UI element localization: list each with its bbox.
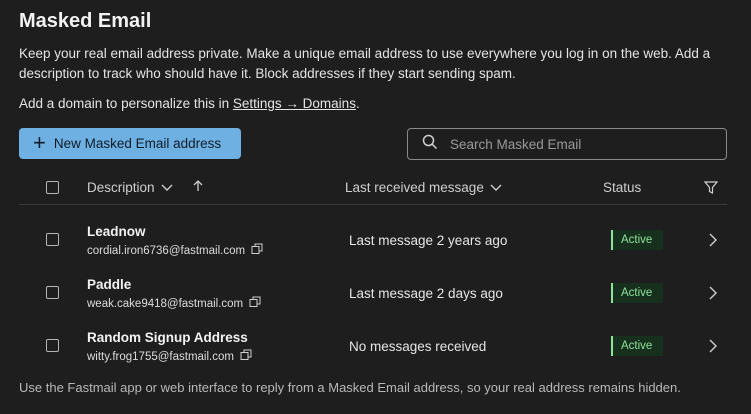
row-email-text: cordial.iron6736@fastmail.com — [87, 244, 246, 257]
status-badge: Active — [611, 336, 663, 356]
search-box[interactable] — [407, 128, 727, 160]
sort-ascending-icon[interactable] — [193, 180, 203, 195]
domain-hint-suffix: . — [355, 96, 360, 111]
row-email-text: witty.frog1755@fastmail.com — [87, 350, 234, 363]
row-email-text: weak.cake9418@fastmail.com — [87, 297, 244, 310]
plus-icon: + — [33, 129, 46, 155]
copy-icon[interactable] — [251, 243, 263, 258]
row-email: weak.cake9418@fastmail.com — [87, 296, 261, 311]
status-badge: Active — [611, 283, 663, 303]
row-email: cordial.iron6736@fastmail.com — [87, 243, 263, 258]
settings-domains-link[interactable]: Settings → Domains — [233, 96, 356, 111]
row-email: witty.frog1755@fastmail.com — [87, 349, 252, 364]
description-column-header[interactable]: Description — [87, 180, 203, 195]
filter-icon[interactable] — [704, 181, 718, 194]
domain-hint-prefix: Add a domain to personalize this in — [19, 96, 233, 111]
header-divider — [19, 204, 727, 205]
domain-hint: Add a domain to personalize this in Sett… — [19, 95, 360, 113]
row-checkbox[interactable] — [46, 286, 59, 299]
copy-icon[interactable] — [249, 296, 261, 311]
new-masked-email-button[interactable]: + New Masked Email address — [19, 128, 241, 159]
row-checkbox[interactable] — [46, 233, 59, 246]
row-description: Random Signup Address — [87, 330, 248, 345]
row-last-message: Last message 2 days ago — [349, 286, 503, 301]
table-row[interactable]: Leadnow cordial.iron6736@fastmail.com La… — [0, 214, 751, 267]
search-input[interactable] — [450, 136, 700, 152]
row-last-message: No messages received — [349, 339, 487, 354]
select-all-checkbox[interactable] — [46, 181, 59, 194]
status-badge: Active — [611, 230, 663, 250]
copy-icon[interactable] — [240, 349, 252, 364]
chevron-right-icon[interactable] — [708, 339, 720, 353]
row-description: Paddle — [87, 277, 132, 292]
page-description: Keep your real email address private. Ma… — [19, 46, 711, 81]
row-checkbox[interactable] — [46, 339, 59, 352]
status-header-label: Status — [603, 180, 642, 195]
row-description: Leadnow — [87, 224, 146, 239]
status-column-header: Status — [603, 180, 641, 195]
new-masked-email-label: New Masked Email address — [53, 136, 222, 151]
last-received-column-header[interactable]: Last received message — [345, 180, 502, 195]
description-header-label: Description — [87, 180, 155, 195]
footer-note: Use the Fastmail app or web interface to… — [19, 380, 681, 395]
table-row[interactable]: Paddle weak.cake9418@fastmail.com Last m… — [0, 267, 751, 320]
page-title: Masked Email — [19, 10, 152, 32]
table-row[interactable]: Random Signup Address witty.frog1755@fas… — [0, 320, 751, 373]
chevron-down-icon — [161, 180, 173, 195]
last-received-header-label: Last received message — [345, 180, 484, 195]
row-last-message: Last message 2 years ago — [349, 233, 508, 248]
chevron-down-icon — [490, 180, 502, 195]
chevron-right-icon[interactable] — [708, 286, 720, 300]
search-icon — [422, 134, 438, 155]
chevron-right-icon[interactable] — [708, 233, 720, 247]
